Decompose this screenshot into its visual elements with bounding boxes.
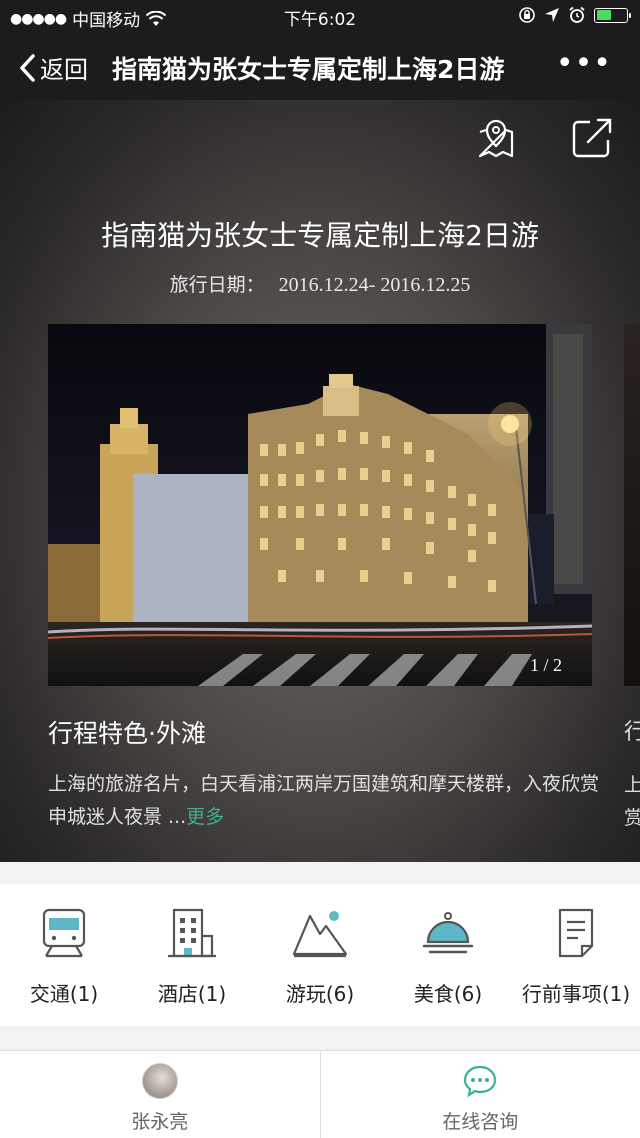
photo-counter: 1 / 2 [529, 655, 562, 675]
description-text: 上海的旅游名片，白天看浦江两岸万国建筑和摩天楼群，入夜欣赏申城迷人夜景 ... [48, 773, 600, 828]
category-label: 酒店(1) [157, 982, 227, 1006]
battery-icon [594, 7, 631, 23]
trip-title: 指南猫为张女士专属定制上海2日游 [101, 219, 539, 252]
location-arrow-icon [545, 8, 559, 22]
next-card-desc-fragment: 上 [624, 774, 640, 796]
alarm-icon [569, 6, 585, 23]
category-transport[interactable]: 交通(1) [4, 906, 124, 1007]
chat-bubble-icon [464, 1065, 497, 1098]
status-right [518, 6, 631, 24]
category-hotel[interactable]: 酒店(1) [132, 906, 252, 1007]
next-card-title-fragment: 行 [624, 720, 640, 745]
back-label: 返回 [40, 56, 88, 84]
next-card-desc-fragment: 赏 [624, 807, 640, 829]
date-value: 2016.12.24- 2016.12.25 [278, 274, 471, 296]
category-bar: 交通(1) 酒店(1) 游玩(6) 美食(6) 行前事项(1) [0, 884, 640, 1026]
category-label: 游玩(6) [285, 982, 355, 1006]
hotel-icon [168, 908, 216, 958]
category-pretrip-notes[interactable]: 行前事项(1) [516, 906, 636, 1007]
category-label: 美食(6) [413, 982, 483, 1006]
nav-title: 指南猫为张女士专属定制上海2日游 [112, 55, 505, 84]
train-icon [42, 908, 86, 958]
chevron-left-icon [20, 53, 35, 82]
share-icon[interactable] [570, 116, 614, 160]
category-label: 交通(1) [29, 982, 99, 1006]
date-label: 旅行日期： [169, 274, 265, 296]
rotation-lock-icon [519, 7, 535, 23]
battery-level [596, 10, 611, 20]
more-link[interactable]: 更多 [186, 806, 224, 828]
nav-bar: 返回 指南猫为张女士专属定制上海2日游 ••• [0, 32, 640, 100]
consult-label: 在线咨询 [442, 1111, 519, 1133]
next-card-peek[interactable] [624, 324, 640, 686]
back-button[interactable]: 返回 [18, 50, 88, 85]
mountain-icon [292, 911, 348, 958]
map-pin-icon[interactable] [474, 116, 518, 160]
trip-dates: 旅行日期： 2016.12.24- 2016.12.25 [0, 270, 640, 297]
trip-hero: 指南猫为张女士专属定制上海2日游 旅行日期： 2016.12.24- 2016.1… [0, 100, 640, 862]
travel-agent-button[interactable]: 张永亮 [0, 1051, 320, 1138]
itinerary-feature-title: 行程特色·外滩 [48, 719, 206, 748]
category-sightseeing[interactable]: 游玩(6) [260, 906, 380, 1007]
avatar [141, 1063, 178, 1099]
category-label: 行前事项(1) [521, 982, 631, 1006]
agent-name: 张永亮 [131, 1111, 189, 1133]
online-consult-button[interactable]: 在线咨询 [319, 1051, 640, 1138]
food-cloche-icon [422, 912, 474, 954]
itinerary-photo[interactable]: 1 / 2 [48, 324, 592, 686]
document-icon [558, 908, 594, 958]
more-options-button[interactable]: ••• [556, 46, 612, 81]
bund-night-photo [48, 324, 592, 686]
category-food[interactable]: 美食(6) [388, 906, 508, 1007]
status-bar: ●●●●● 中国移动 下午6:02 [0, 0, 640, 32]
itinerary-feature-description: 上海的旅游名片，白天看浦江两岸万国建筑和摩天楼群，入夜欣赏申城迷人夜景 ...更… [48, 768, 608, 834]
bottom-action-bar: 张永亮 在线咨询 [0, 1050, 640, 1138]
